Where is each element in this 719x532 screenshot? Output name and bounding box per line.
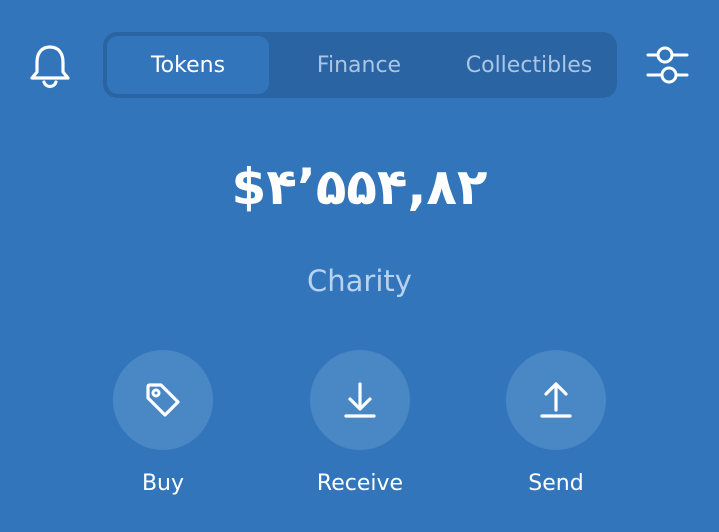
filter-settings-button[interactable] bbox=[642, 40, 692, 90]
receive-button[interactable] bbox=[310, 350, 410, 450]
send-action[interactable]: Send bbox=[496, 350, 616, 496]
receive-action[interactable]: Receive bbox=[300, 350, 420, 496]
tab-finance[interactable]: Finance bbox=[269, 36, 449, 94]
send-label: Send bbox=[528, 471, 584, 496]
upload-arrow-icon bbox=[540, 382, 572, 418]
tag-icon bbox=[146, 383, 180, 417]
asset-tabs: Tokens Finance Collectibles bbox=[103, 32, 617, 98]
notifications-button[interactable] bbox=[25, 40, 75, 90]
wallet-name: Charity bbox=[307, 264, 412, 298]
buy-action[interactable]: Buy bbox=[103, 350, 223, 496]
bell-icon bbox=[30, 45, 70, 89]
send-button[interactable] bbox=[506, 350, 606, 450]
tab-tokens[interactable]: Tokens bbox=[107, 36, 269, 94]
receive-label: Receive bbox=[316, 471, 404, 496]
buy-button[interactable] bbox=[113, 350, 213, 450]
tab-collectibles[interactable]: Collectibles bbox=[449, 36, 609, 94]
filter-sliders-icon bbox=[646, 46, 689, 84]
buy-label: Buy bbox=[141, 471, 185, 496]
download-arrow-icon bbox=[344, 382, 376, 418]
wallet-balance: $۴’۵۵۴,۸۲ bbox=[231, 158, 488, 216]
